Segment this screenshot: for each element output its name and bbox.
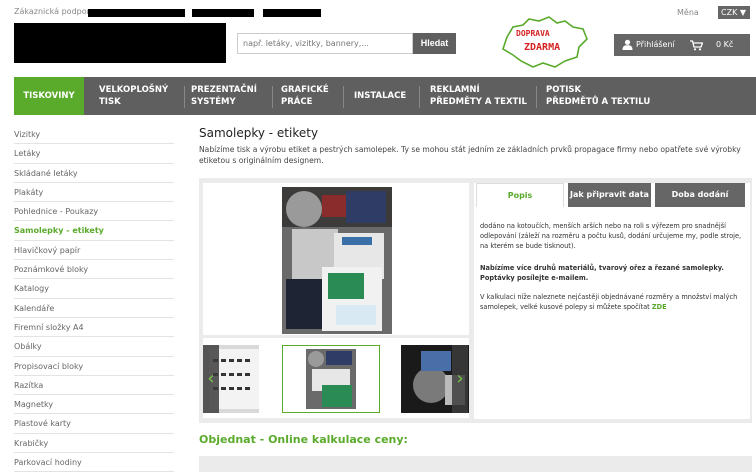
nav-label-line1: VELKOPLOŠNÝ [99,85,169,95]
nav-divider [536,86,537,108]
currency-label: Měna [677,8,699,17]
category-sidebar: Vizitky Letáky Skládané letáky Plakáty P… [14,125,174,472]
delivery-line1: DOPRAVA [516,29,550,38]
nav-divider [272,86,273,108]
sidebar-item-letaky[interactable]: Letáky [14,144,174,164]
sidebar-item-parkovaci-hodiny[interactable]: Parkovací hodiny [14,453,174,472]
sidebar-item-firemni-slozky[interactable]: Firemní složky A4 [14,318,174,338]
nav-tiskoviny[interactable]: TISKOVINY [14,77,84,115]
delivery-line2: ZDARMA [524,42,561,53]
thumbnail-2[interactable] [282,345,380,413]
nav-instalace[interactable]: INSTALACE [354,77,406,115]
gallery-prev-button[interactable]: ‹ [203,345,219,413]
redacted-email [192,9,254,17]
product-photo[interactable] [282,187,392,334]
tab-popis[interactable]: Popis [476,183,564,207]
nav-label-line1: POTISK [546,85,582,95]
nav-label-line2: PŘEDMĚTY A TEXTIL [430,97,527,107]
main-nav: TISKOVINY VELKOPLOŠNÝ TISK PREZENTAČNÍ S… [14,77,756,115]
order-title: Objednat - Online kalkulace ceny: [199,433,408,446]
sidebar-item-razitka[interactable]: Razítka [14,376,174,396]
page-description: Nabízíme tisk a výrobu etiket a pestrých… [199,145,741,165]
nav-label-line2: TISK [99,97,121,107]
sidebar-item-magnetky[interactable]: Magnetky [14,395,174,415]
sidebar-item-kalendare[interactable]: Kalendáře [14,299,174,318]
sidebar-item-samolepky[interactable]: Samolepky - etikety [14,221,174,241]
nav-label-line2: PRÁCE [281,97,313,107]
sidebar-item-propisovaci-bloky[interactable]: Propisovací bloky [14,357,174,376]
sidebar-item-pohlednice[interactable]: Pohlednice - Poukazy [14,202,174,222]
nav-prezentacni-systemy[interactable]: PREZENTAČNÍ SYSTÉMY [191,77,257,115]
page-title: Samolepky - etikety [199,126,319,140]
nav-label-line2: SYSTÉMY [191,97,236,107]
cart-icon[interactable] [690,40,703,51]
sidebar-item-hlavickovy-papir[interactable]: Hlavičkový papír [14,241,174,261]
nav-label-line2: PŘEDMĚTŮ A TEXTILU [546,97,651,107]
nav-reklamni-predmety[interactable]: REKLAMNÍ PŘEDMĚTY A TEXTIL [430,77,527,115]
nav-graficke-prace[interactable]: GRAFICKÉ PRÁCE [281,77,329,115]
sidebar-item-obalky[interactable]: Obálky [14,337,174,357]
nav-label-line1: GRAFICKÉ [281,85,329,95]
search-button[interactable]: Hledat [413,33,456,54]
nav-label-line1: REKLAMNÍ [430,85,480,95]
sidebar-item-skladane-letaky[interactable]: Skládané letáky [14,164,174,183]
user-icon [622,39,633,50]
gallery-next-button[interactable]: › [452,345,468,413]
nav-divider [184,86,185,108]
sidebar-item-plakaty[interactable]: Plakáty [14,183,174,203]
logo[interactable] [14,23,226,63]
nav-potisk[interactable]: POTISK PŘEDMĚTŮ A TEXTILU [546,77,650,115]
info-paragraph-3-text: V kalkulaci níže naleznete nejčastěji ob… [480,293,738,311]
zde-link[interactable]: ZDE [652,303,667,311]
nav-label: TISKOVINY [23,91,75,101]
sidebar-item-katalogy[interactable]: Katalogy [14,279,174,299]
redacted-phone [88,9,185,17]
nav-divider [419,86,420,108]
currency-select[interactable]: CZK ▼ [718,6,750,19]
info-paragraph-2: Nabízíme více druhů materiálů, tvarový o… [480,264,724,282]
tab-doba-dodani[interactable]: Doba dodání [655,183,745,207]
nav-label-line1: PREZENTAČNÍ [191,85,257,95]
tab-jak-pripravit-data[interactable]: Jak připravit data [568,183,651,207]
cart-price[interactable]: 0 Kč [716,34,733,56]
order-calculator [199,456,752,472]
nav-label: INSTALACE [354,91,407,101]
nav-velkoplosny-tisk[interactable]: VELKOPLOŠNÝ TISK [99,77,168,115]
sidebar-item-vizitky[interactable]: Vizitky [14,125,174,145]
nav-divider [343,86,344,108]
login-label: Přihlášení [636,40,675,49]
sidebar-item-poznamkove-bloky[interactable]: Poznámkové bloky [14,260,174,280]
info-paragraph-3: V kalkulaci níže naleznete nejčastěji ob… [480,292,746,312]
support-label: Zákaznická podpora [14,7,95,16]
redacted-hours [263,9,321,17]
info-paragraph-1: dodáno na kotoučích, menších arších nebo… [480,222,742,250]
search-input[interactable] [237,33,413,54]
sidebar-item-krabicky[interactable]: Krabičky [14,434,174,454]
sidebar-item-plastove-karty[interactable]: Plastové karty [14,414,174,434]
